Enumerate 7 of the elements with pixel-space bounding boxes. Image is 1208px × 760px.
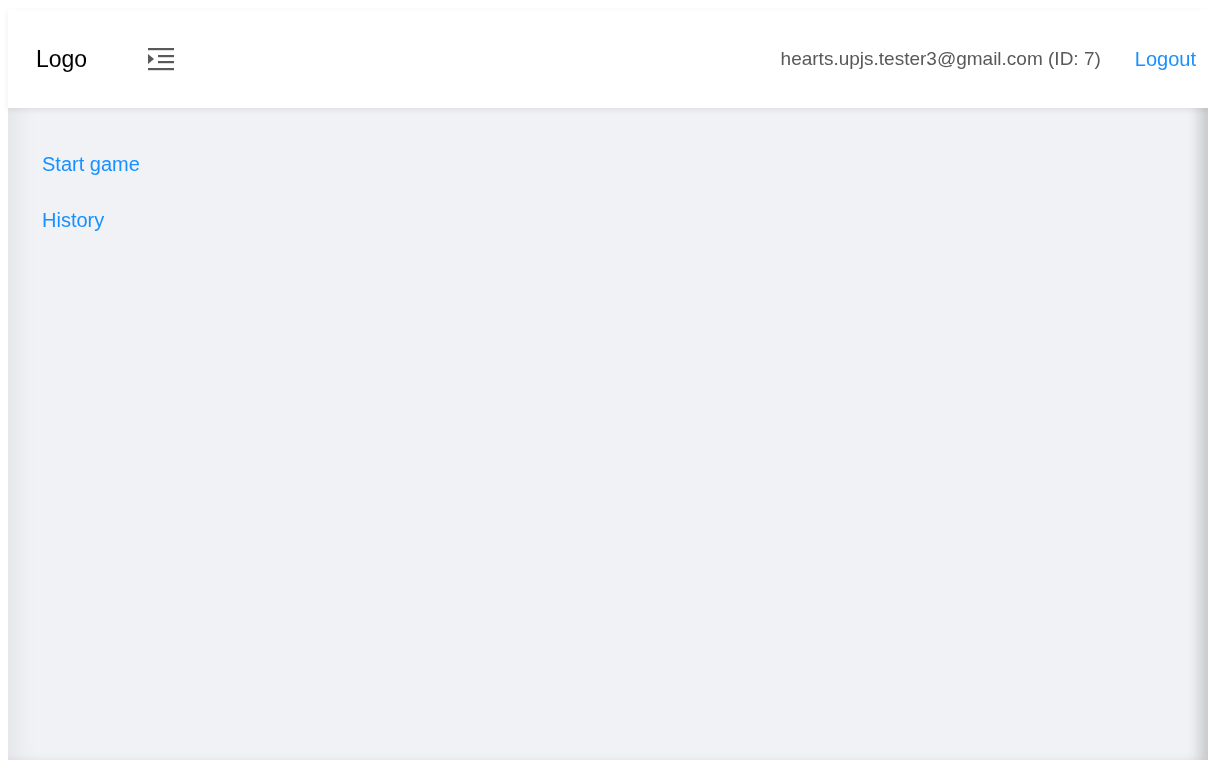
indent-icon <box>147 47 176 71</box>
nav-link[interactable]: Start game <box>42 153 140 176</box>
logout-link[interactable]: Logout <box>1134 47 1196 71</box>
logo: Logo <box>36 45 88 73</box>
menu-toggle-button[interactable] <box>147 47 176 71</box>
nav-link[interactable]: History <box>42 209 105 232</box>
user-email: hearts.upjs.tester3@gmail.com (ID: 7) <box>780 48 1101 70</box>
